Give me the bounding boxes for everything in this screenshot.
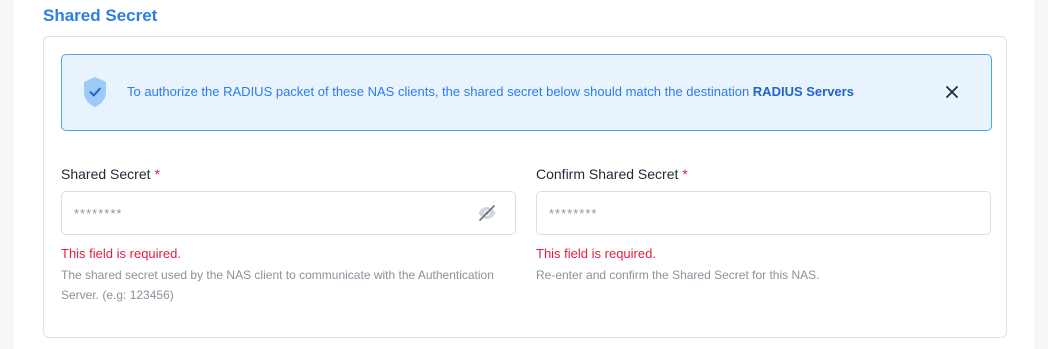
close-icon[interactable] bbox=[942, 82, 962, 102]
shared-secret-error: This field is required. bbox=[61, 246, 181, 261]
alert-message-emphasis: RADIUS Servers bbox=[752, 84, 854, 99]
alert-message: To authorize the RADIUS packet of these … bbox=[127, 84, 854, 100]
confirm-shared-secret-error: This field is required. bbox=[536, 246, 656, 261]
alert-message-text: To authorize the RADIUS packet of these … bbox=[127, 84, 750, 99]
shared-secret-input[interactable] bbox=[61, 191, 516, 235]
section-title: Shared Secret bbox=[43, 6, 158, 25]
required-mark: * bbox=[682, 166, 688, 182]
confirm-shared-secret-input[interactable] bbox=[536, 191, 991, 235]
confirm-shared-secret-help: Re-enter and confirm the Shared Secret f… bbox=[536, 268, 820, 282]
shield-check-icon bbox=[84, 77, 106, 107]
shared-secret-label: Shared Secret * bbox=[61, 166, 160, 182]
required-mark: * bbox=[154, 166, 160, 182]
eye-slash-icon[interactable] bbox=[476, 202, 498, 224]
confirm-shared-secret-label-text: Confirm Shared Secret bbox=[536, 166, 679, 182]
shared-secret-help: The shared secret used by the NAS client… bbox=[61, 268, 494, 302]
shared-secret-label-text: Shared Secret bbox=[61, 166, 151, 182]
confirm-shared-secret-label: Confirm Shared Secret * bbox=[536, 166, 688, 182]
